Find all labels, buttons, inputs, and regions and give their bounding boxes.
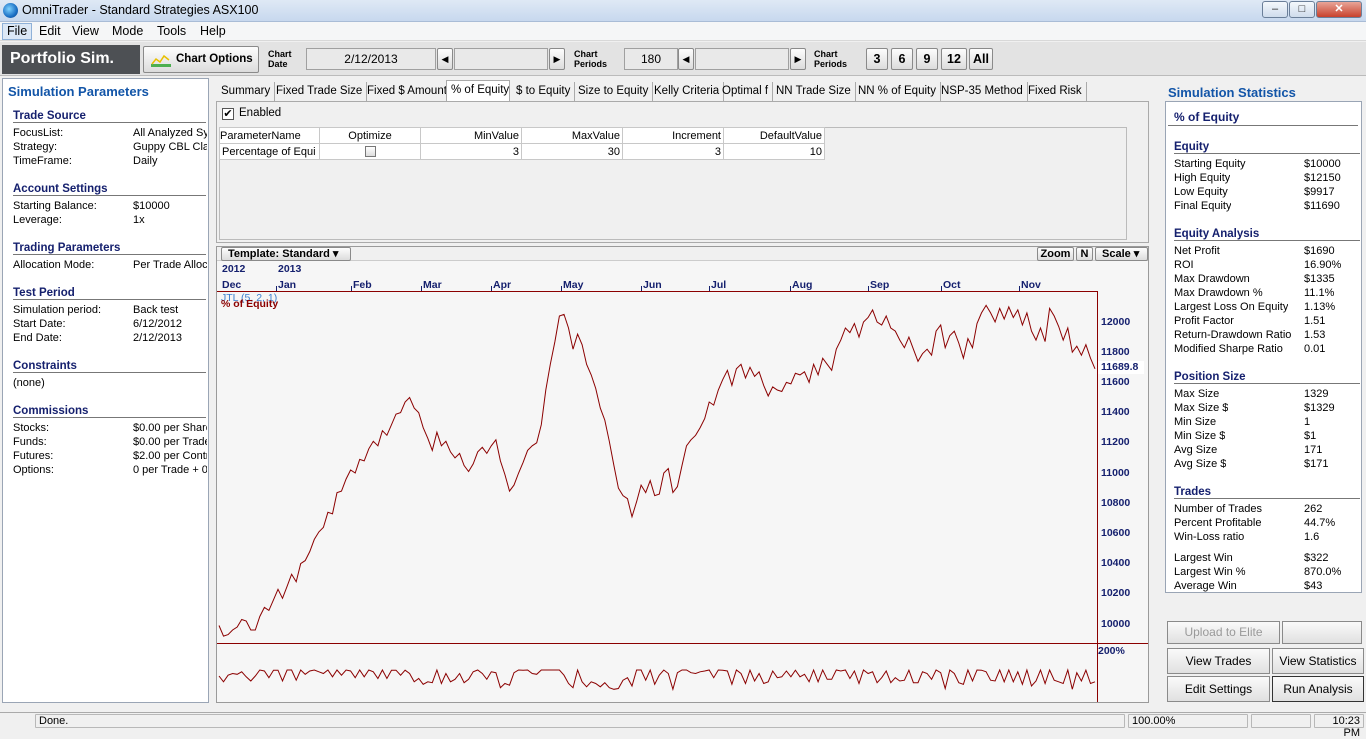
- statistics-subtitle: % of Equity: [1174, 110, 1240, 124]
- stat-value: $10000: [1304, 158, 1341, 170]
- stat-label: Max Size $: [1174, 402, 1229, 414]
- section-trades: Trades: [1174, 486, 1360, 499]
- y-tick-label: 12000: [1101, 316, 1131, 328]
- stat-value: 171: [1304, 444, 1323, 456]
- progress-field: [1282, 621, 1362, 644]
- edit-settings-button[interactable]: Edit Settings: [1167, 676, 1270, 702]
- stat-value: 1.51: [1304, 315, 1326, 327]
- stat-label: Max Drawdown: [1174, 273, 1250, 285]
- stat-value: 262: [1304, 503, 1323, 515]
- stat-label: Low Equity: [1174, 186, 1228, 198]
- stat-label: Avg Size $: [1174, 458, 1227, 470]
- y-tick-label: 11400: [1101, 406, 1130, 418]
- stat-value: 0.01: [1304, 343, 1326, 355]
- section-equity: Equity: [1174, 141, 1360, 154]
- status-text: Done.: [35, 714, 1125, 728]
- y-tick-label: 11800: [1101, 346, 1130, 358]
- stat-label: Profit Factor: [1174, 315, 1234, 327]
- stat-value: 1329: [1304, 388, 1329, 400]
- section-position-size: Position Size: [1174, 371, 1360, 384]
- status-zoom: 100.00%: [1128, 714, 1248, 728]
- stat-label: Largest Win %: [1174, 566, 1246, 578]
- stat-value: $1690: [1304, 245, 1335, 257]
- y-tick-label: 10600: [1101, 527, 1131, 539]
- stat-value: $9917: [1304, 186, 1335, 198]
- stat-label: ROI: [1174, 259, 1194, 271]
- stat-label: Max Size: [1174, 388, 1220, 400]
- stat-value: $1: [1304, 430, 1317, 442]
- y-tick-label: 10400: [1101, 557, 1131, 569]
- stat-value: 1.6: [1304, 531, 1320, 543]
- equity-line: [218, 304, 1096, 637]
- stat-label: Avg Size: [1174, 444, 1218, 456]
- stat-value: $12150: [1304, 172, 1341, 184]
- stat-value: $171: [1304, 458, 1329, 470]
- stat-label: Net Profit: [1174, 245, 1220, 257]
- stat-label: Percent Profitable: [1174, 517, 1262, 529]
- last-value-label: 11689.8: [1098, 361, 1144, 374]
- view-statistics-button[interactable]: View Statistics: [1272, 648, 1364, 674]
- stat-value: 16.90%: [1304, 259, 1342, 271]
- stat-label: Number of Trades: [1174, 503, 1263, 515]
- stat-label: Return-Drawdown Ratio: [1174, 329, 1292, 341]
- y-tick-label: 11000: [1101, 467, 1130, 479]
- status-time: 10:23 PM: [1314, 714, 1364, 739]
- stat-value: $1329: [1304, 402, 1335, 414]
- stat-value: $43: [1304, 580, 1323, 592]
- stat-value: 44.7%: [1304, 517, 1336, 529]
- y-tick-label: 11600: [1101, 376, 1130, 388]
- stat-value: $322: [1304, 552, 1329, 564]
- stat-label: Average Win: [1174, 580, 1237, 592]
- lower-pane-line: [218, 668, 1096, 692]
- stat-label: High Equity: [1174, 172, 1231, 184]
- stat-label: Max Drawdown %: [1174, 287, 1263, 299]
- panel-title-statistics: Simulation Statistics: [1168, 85, 1296, 100]
- run-analysis-button[interactable]: Run Analysis: [1272, 676, 1364, 702]
- stat-value: 11.1%: [1304, 287, 1335, 299]
- status-empty: [1251, 714, 1311, 728]
- divider: [1168, 125, 1358, 126]
- equity-chart: [218, 304, 1096, 692]
- stat-label: Modified Sharpe Ratio: [1174, 343, 1283, 355]
- stat-value: 870.0%: [1304, 566, 1342, 578]
- lower-pane-label: 200%: [1098, 645, 1125, 657]
- y-tick-label: 10000: [1101, 618, 1131, 630]
- y-tick-label: 11200: [1101, 436, 1130, 448]
- y-tick-label: 10200: [1101, 587, 1131, 599]
- upload-to-elite-button[interactable]: Upload to Elite: [1167, 621, 1280, 644]
- stat-value: 1.53: [1304, 329, 1326, 341]
- stat-label: Final Equity: [1174, 200, 1232, 212]
- stat-value: $1335: [1304, 273, 1335, 285]
- section-equity-analysis: Equity Analysis: [1174, 228, 1360, 241]
- stat-label: Largest Win: [1174, 552, 1233, 564]
- stat-label: Min Size $: [1174, 430, 1226, 442]
- stat-value: 1.13%: [1304, 301, 1336, 313]
- y-tick-label: 10800: [1101, 497, 1131, 509]
- stat-label: Starting Equity: [1174, 158, 1246, 170]
- view-trades-button[interactable]: View Trades: [1167, 648, 1270, 674]
- stat-value: 1: [1304, 416, 1311, 428]
- stat-label: Min Size: [1174, 416, 1217, 428]
- status-bar: Done. 100.00% 10:23 PM: [0, 712, 1366, 739]
- stat-value: $11690: [1304, 200, 1340, 212]
- stat-label: Largest Loss On Equity: [1174, 301, 1289, 313]
- stat-label: Win-Loss ratio: [1174, 531, 1245, 543]
